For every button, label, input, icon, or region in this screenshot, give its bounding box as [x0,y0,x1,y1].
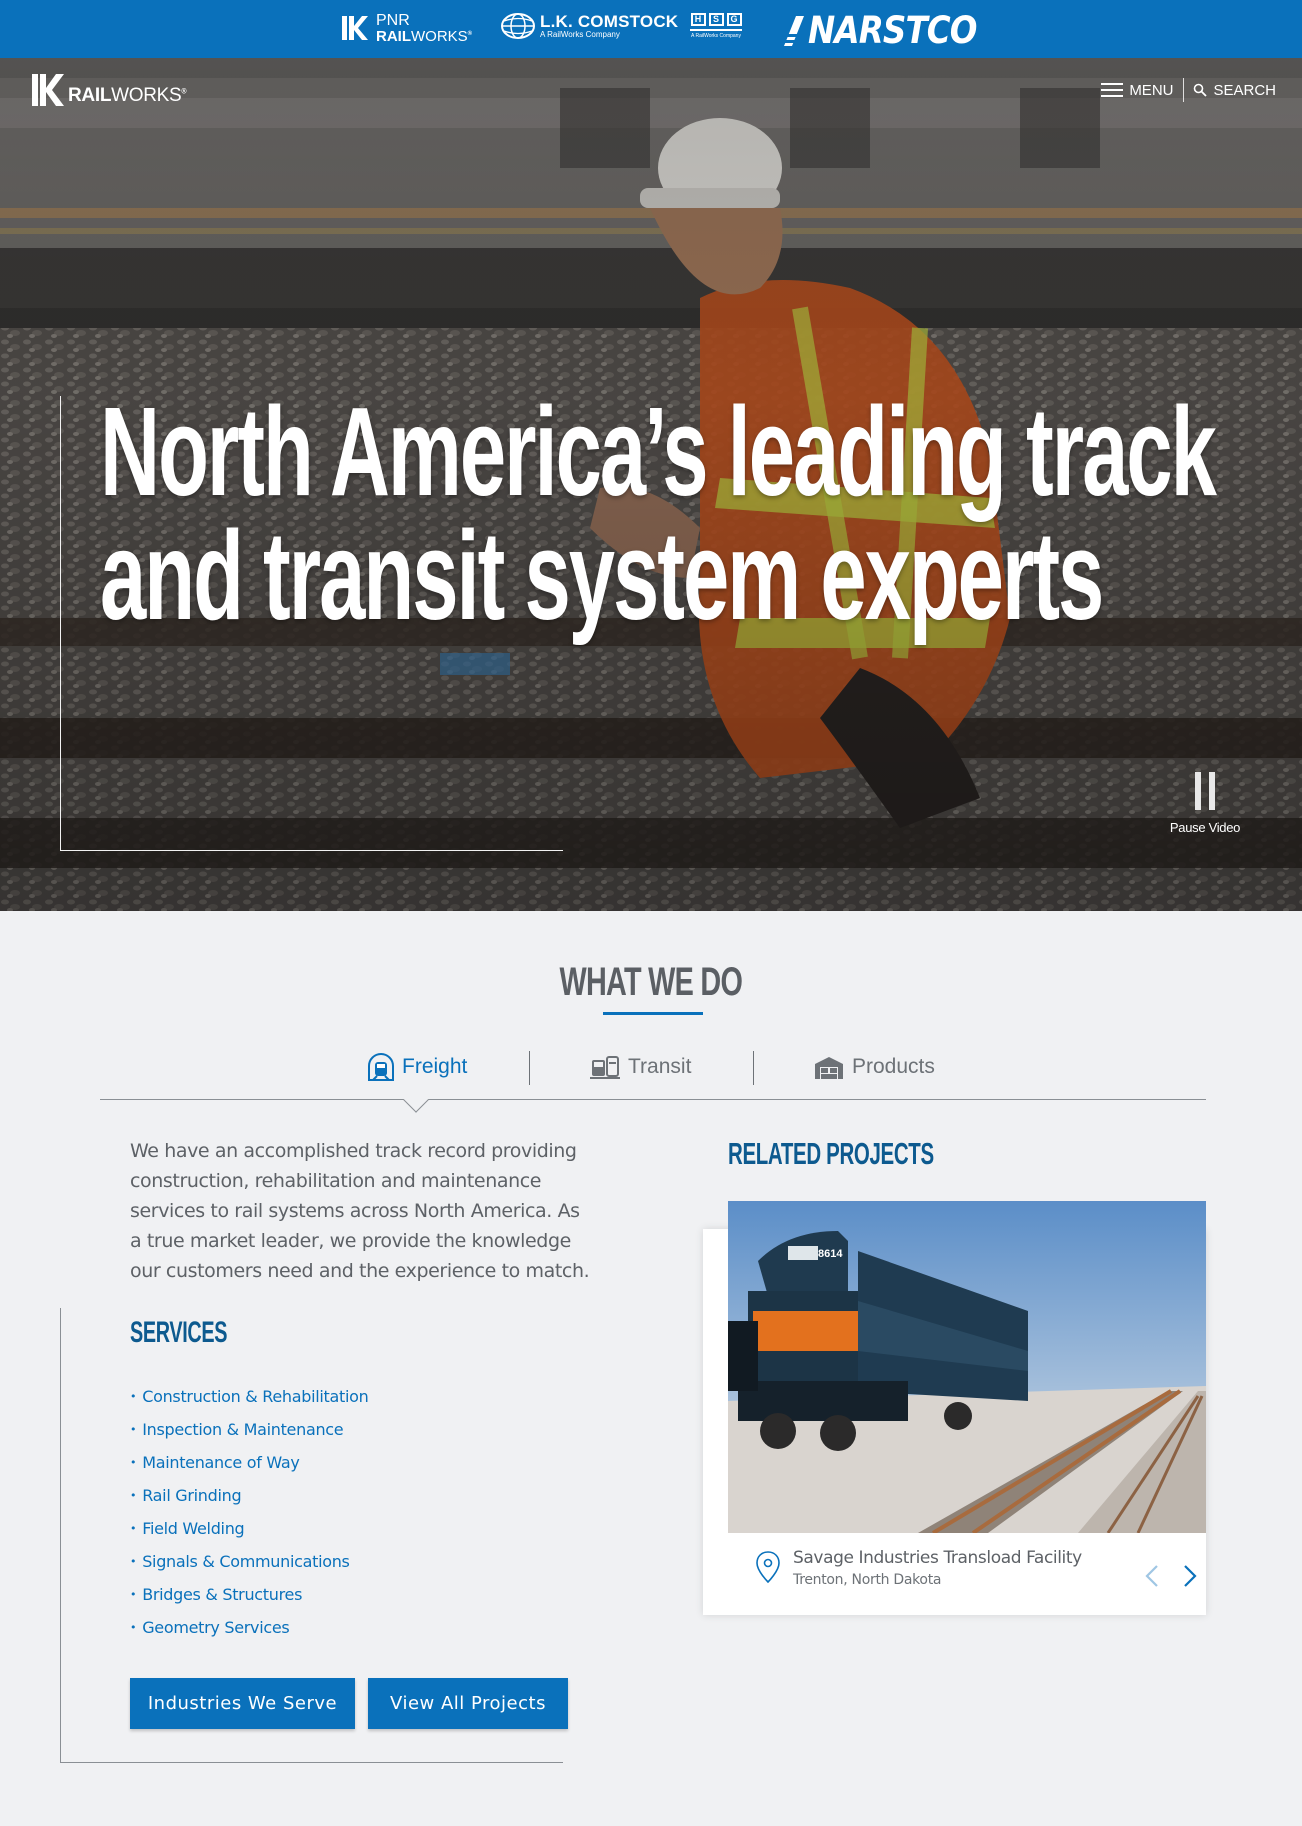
search-label: SEARCH [1213,81,1276,99]
hero-title-line1: North America’s leading track [100,381,1217,522]
logo-works-text: WORKS [111,85,182,106]
pnr-text: PNR [376,11,410,29]
search-button[interactable]: SEARCH [1193,82,1276,99]
service-item: Bridges & Structures [130,1578,368,1611]
active-tab-indicator [403,1087,429,1113]
service-link[interactable]: Geometry Services [142,1618,290,1637]
chevron-right-icon [1184,1565,1197,1587]
hsg-logo[interactable]: H S G A RailWorks Company [690,13,742,39]
warehouse-icon [815,1057,843,1079]
project-location: Savage Industries Transload Facility Tre… [755,1548,1082,1588]
brand-bar: PNR RAILWORKS® L.K. COMSTOCK A RailWorks… [0,0,1302,58]
pause-video-label: Pause Video [1169,820,1241,835]
hsg-letter: H [690,13,706,26]
pnr-works-text: WORKS [411,27,468,45]
freight-intro-text: We have an accomplished track record pro… [130,1140,590,1282]
map-pin-icon [756,1551,780,1584]
service-link[interactable]: Construction & Rehabilitation [142,1387,369,1406]
tab-divider [529,1051,530,1085]
service-item: Rail Grinding [130,1479,368,1512]
tab-transit[interactable]: Transit [590,1048,691,1086]
logo-rail-text: RAIL [68,85,112,106]
hsg-divider [690,29,742,31]
service-link[interactable]: Rail Grinding [142,1486,241,1505]
section-title: WHAT WE DO [559,960,743,1004]
railworks-mark-icon [32,74,64,106]
services-list: Construction & Rehabilitation Inspection… [130,1380,369,1644]
tab-freight[interactable]: Freight [368,1048,467,1086]
service-link[interactable]: Bridges & Structures [142,1585,302,1604]
menu-label: MENU [1129,81,1174,99]
industries-we-serve-button[interactable]: Industries We Serve [130,1678,355,1729]
narstco-name: NARSTCO [808,9,977,52]
service-link[interactable]: Field Welding [142,1519,244,1538]
tab-label: Products [852,1055,935,1078]
hsg-letter: G [726,13,742,26]
lk-comstock-name: L.K. COMSTOCK [540,11,679,31]
next-project-button[interactable] [1183,1564,1197,1593]
lk-comstock-logo[interactable]: L.K. COMSTOCK A RailWorks Company [500,12,678,40]
narstco-logo[interactable]: NARSTCO [782,9,1000,52]
pnr-railworks-logo[interactable]: PNR RAILWORKS® [340,12,472,44]
view-all-projects-button[interactable]: View All Projects [368,1678,568,1729]
service-item: Field Welding [130,1512,368,1545]
globe-icon [501,13,535,39]
nav-divider [1183,78,1185,102]
locomotive-number: 8614 [818,1248,843,1260]
menu-button[interactable]: MENU [1101,82,1173,99]
project-place: Trenton, North Dakota [793,1572,942,1588]
railworks-logo[interactable]: RAILWORKS® [30,72,187,108]
project-name: Savage Industries Transload Facility [793,1548,1082,1568]
hsg-tagline: A RailWorks Company [691,33,741,39]
section-title-underline [603,1012,703,1015]
transit-icon [590,1056,620,1079]
pause-icon [1160,772,1250,810]
narstco-mark-icon [784,15,804,46]
service-link[interactable]: Maintenance of Way [142,1453,300,1472]
what-we-do-section: WHAT WE DO Freight Transit Products We h… [0,911,1302,1826]
services-heading: SERVICES [130,1316,228,1349]
tab-products[interactable]: Products [814,1048,935,1086]
tunnel-train-icon [368,1053,394,1081]
hsg-letter: S [708,13,724,26]
tab-divider [753,1051,754,1085]
search-icon [1194,83,1208,97]
hero-video: RAILWORKS® MENU SEARCH North America’s l… [0,58,1302,911]
prev-project-button[interactable] [1145,1564,1159,1593]
service-link[interactable]: Signals & Communications [142,1552,350,1571]
tab-label: Transit [628,1055,692,1078]
hamburger-icon [1101,83,1124,97]
service-item: Geometry Services [130,1611,368,1644]
chevron-left-icon [1145,1565,1158,1587]
pnr-rail-text: RAIL [376,27,411,45]
service-item: Construction & Rehabilitation [130,1380,369,1413]
railworks-mark-icon [342,16,368,40]
service-item: Inspection & Maintenance [130,1413,368,1446]
service-item: Signals & Communications [130,1545,368,1578]
locomotive-photo: 8614 [728,1201,1206,1533]
pause-video-button[interactable]: Pause Video [1160,772,1250,835]
lk-comstock-tagline: A RailWorks Company [540,29,620,39]
tab-label: Freight [402,1055,468,1078]
hero-title-line2: and transit system experts [100,505,1104,646]
service-item: Maintenance of Way [130,1446,368,1479]
service-tabs: Freight Transit Products [100,1048,1206,1113]
top-nav: MENU SEARCH [1101,78,1276,102]
project-image[interactable]: 8614 [728,1201,1206,1533]
related-projects-heading: RELATED PROJECTS [728,1136,934,1171]
hero-title: North America’s leading track and transi… [100,381,1217,646]
service-link[interactable]: Inspection & Maintenance [142,1420,343,1439]
